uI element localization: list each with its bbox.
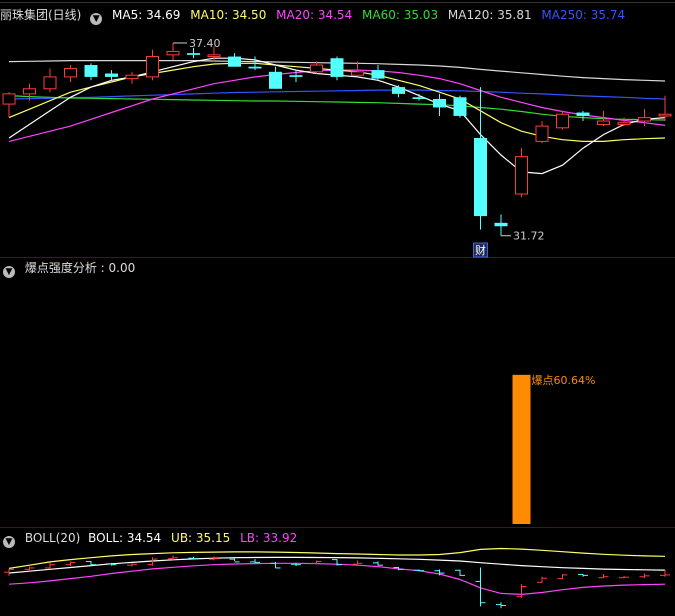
candle-body [597, 120, 610, 125]
burst-bar [512, 374, 531, 524]
candle-body [310, 64, 323, 73]
main-panel-header: 丽珠集团(日线) ▼ MA5: 34.69 MA10: 34.50 MA20: … [0, 6, 631, 25]
candle-body [64, 67, 77, 78]
ma120-legend: MA120: 35.81 [447, 8, 532, 22]
stock-chart-window: 37.40 31.72 财爆点60.64% 丽珠集团(日线) ▼ MA5: 34.6… [0, 0, 675, 616]
collapse-arrow-icon[interactable]: ▼ [3, 536, 15, 548]
candle-body [125, 74, 139, 80]
candle-body [433, 98, 446, 108]
candle-body [474, 138, 487, 217]
candle-body [166, 50, 180, 56]
candle-body [535, 125, 549, 142]
candle-body [2, 93, 16, 105]
candle-body [146, 56, 159, 78]
ub-legend: UB: 35.15 [171, 531, 231, 545]
candle-body [638, 117, 651, 122]
candle-body [84, 65, 98, 77]
candle-body [515, 156, 528, 195]
candle-body [269, 71, 282, 89]
candle-body [556, 113, 569, 129]
candle-body [494, 222, 508, 227]
candle-body [658, 113, 672, 117]
finance-event-icon: 财 [475, 243, 486, 257]
stock-title[interactable]: 丽珠集团(日线) [0, 8, 81, 22]
ma250-legend: MA250: 35.74 [541, 8, 626, 22]
candle-body [248, 66, 262, 69]
candle-body [207, 54, 221, 58]
low-price-label: 31.72 [513, 230, 545, 243]
candle-body [617, 122, 631, 125]
ma60-legend: MA60: 35.03 [362, 8, 439, 22]
candle-body [289, 75, 303, 77]
ma20-legend: MA20: 34.54 [276, 8, 353, 22]
ma-line-ma20 [8, 69, 666, 142]
boll-legend: BOLL: 34.54 [88, 531, 162, 545]
candle-body [371, 70, 385, 79]
candle-body [105, 73, 118, 77]
boll-panel-header: ▼ BOLL(20) BOLL: 34.54 UB: 35.15 LB: 33.… [0, 529, 303, 548]
candle-body [412, 97, 426, 99]
candle-body [351, 71, 364, 76]
candle-body [23, 88, 36, 95]
ma10-legend: MA10: 34.50 [190, 8, 267, 22]
candle-body [330, 58, 344, 77]
candle-body [43, 76, 57, 90]
candle-body [392, 87, 405, 94]
burst-indicator-title[interactable]: 爆点强度分析 : 0.00 [25, 261, 135, 275]
boll-indicator-title[interactable]: BOLL(20) [25, 531, 80, 545]
burst-panel-header: ▼ 爆点强度分析 : 0.00 [0, 259, 141, 278]
ma5-legend: MA5: 34.69 [112, 8, 181, 22]
candle-body [576, 112, 590, 116]
burst-bar-label: 爆点60.64% [532, 373, 596, 387]
collapse-arrow-icon[interactable]: ▼ [3, 266, 15, 278]
candle-body [187, 53, 200, 55]
lb-legend: LB: 33.92 [240, 531, 298, 545]
candle-body [453, 97, 467, 116]
collapse-arrow-icon[interactable]: ▼ [90, 13, 103, 25]
ma-line-ma250 [8, 89, 666, 100]
candle-body [228, 56, 241, 67]
chart-canvas: 37.40 31.72 财爆点60.64% [0, 2, 675, 609]
high-price-label: 37.40 [189, 37, 221, 50]
